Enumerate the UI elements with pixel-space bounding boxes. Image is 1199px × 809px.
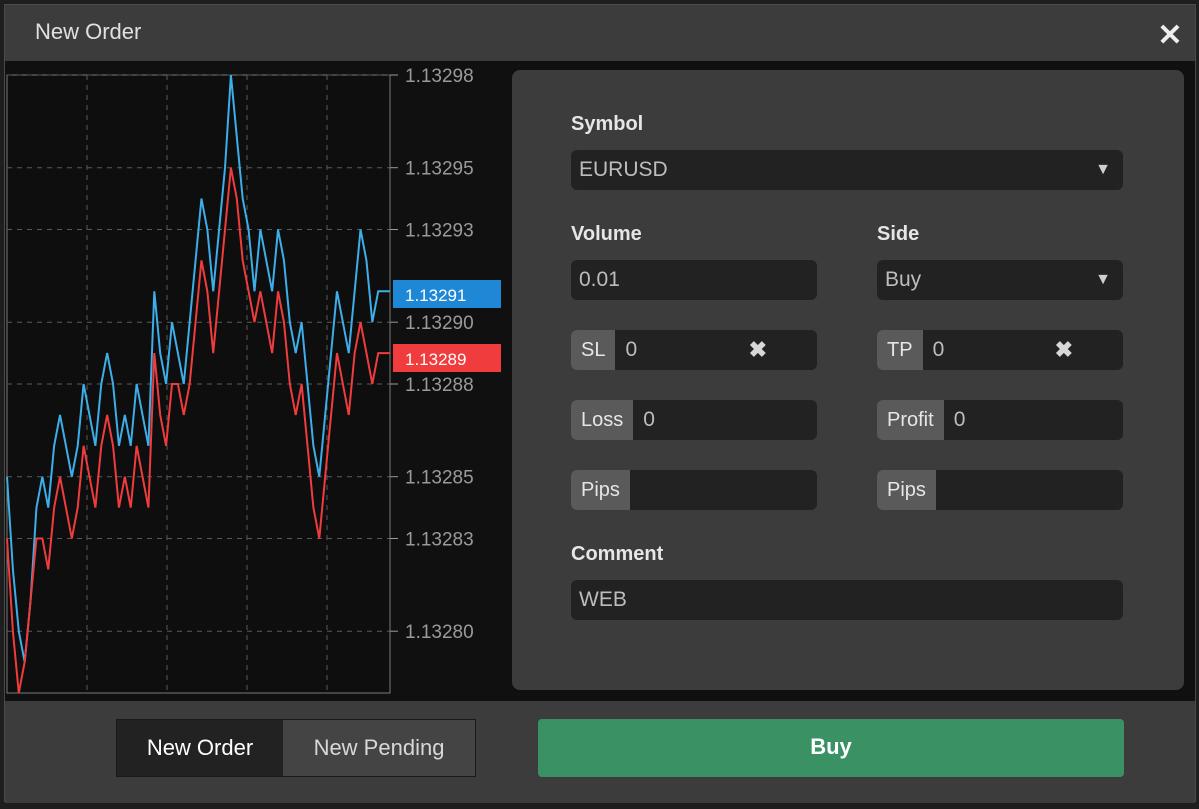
clear-x-icon[interactable]: ✖ bbox=[1055, 330, 1073, 370]
y-tick-label: 1.13280 bbox=[405, 622, 474, 643]
price-chart: 1.13298 1.13295 1.13293 1.13290 1.13288 1.132… bbox=[6, 66, 501, 694]
tp-pips-input[interactable] bbox=[936, 470, 1123, 510]
order-type-tabs: New Order New Pending bbox=[116, 719, 476, 777]
triangle-down-icon: ▼ bbox=[1095, 271, 1111, 288]
symbol-select[interactable]: EURUSD ▼ bbox=[571, 150, 1123, 190]
profit-value: 0 bbox=[953, 408, 966, 431]
comment-label: Comment bbox=[571, 543, 664, 565]
profit-input-group: Profit 0 bbox=[877, 400, 1123, 440]
new-order-dialog: New Order ✕ 1.13298 1.13295 1.13293 1.13290… bbox=[4, 4, 1196, 803]
comment-input[interactable]: WEB bbox=[571, 580, 1123, 620]
y-tick-label: 1.13293 bbox=[405, 221, 474, 242]
dialog-content: 1.13298 1.13295 1.13293 1.13290 1.13288 1.132… bbox=[5, 61, 1195, 701]
clear-x-icon[interactable]: ✖ bbox=[749, 330, 767, 370]
volume-value: 0.01 bbox=[579, 268, 620, 291]
tab-new-pending[interactable]: New Pending bbox=[283, 720, 475, 776]
close-icon[interactable]: ✕ bbox=[1155, 21, 1185, 51]
side-value: Buy bbox=[885, 268, 922, 291]
y-tick-label: 1.13283 bbox=[405, 530, 474, 551]
sl-value: 0 bbox=[625, 338, 638, 361]
tp-input[interactable]: 0 ✖ bbox=[923, 330, 1123, 370]
side-label: Side bbox=[877, 223, 920, 245]
comment-value: WEB bbox=[579, 588, 627, 611]
title-bar: New Order ✕ bbox=[5, 5, 1195, 61]
sl-input[interactable]: 0 ✖ bbox=[615, 330, 817, 370]
sl-addon: SL bbox=[571, 330, 616, 370]
bid-price-label: 1.13289 bbox=[405, 350, 466, 369]
sl-pips-input-group: Pips bbox=[571, 470, 817, 510]
sl-pips-input[interactable] bbox=[630, 470, 817, 510]
ask-price-label: 1.13291 bbox=[405, 286, 466, 305]
tp-addon: TP bbox=[877, 330, 923, 370]
loss-addon: Loss bbox=[571, 400, 634, 440]
dialog-footer: New Order New Pending Buy bbox=[5, 701, 1195, 803]
tp-input-group: TP 0 ✖ bbox=[877, 330, 1123, 370]
y-tick-label: 1.13290 bbox=[405, 313, 474, 334]
tp-value: 0 bbox=[932, 338, 945, 361]
symbol-label: Symbol bbox=[571, 113, 644, 135]
sl-input-group: SL 0 ✖ bbox=[571, 330, 817, 370]
buy-button[interactable]: Buy bbox=[538, 719, 1124, 777]
volume-label: Volume bbox=[571, 223, 642, 245]
triangle-down-icon: ▼ bbox=[1095, 161, 1111, 178]
tab-new-order[interactable]: New Order bbox=[117, 720, 283, 776]
y-tick-label: 1.13285 bbox=[405, 468, 474, 489]
loss-input[interactable]: 0 bbox=[633, 400, 817, 440]
tp-pips-input-group: Pips bbox=[877, 470, 1123, 510]
symbol-value: EURUSD bbox=[579, 158, 668, 181]
tp-pips-addon: Pips bbox=[877, 470, 936, 510]
y-tick-label: 1.13298 bbox=[405, 66, 474, 87]
profit-addon: Profit bbox=[877, 400, 944, 440]
loss-input-group: Loss 0 bbox=[571, 400, 817, 440]
side-select[interactable]: Buy ▼ bbox=[877, 260, 1123, 300]
y-tick-label: 1.13288 bbox=[405, 375, 474, 396]
y-tick-label: 1.13295 bbox=[405, 159, 474, 180]
profit-input[interactable]: 0 bbox=[944, 400, 1123, 440]
volume-input[interactable]: 0.01 bbox=[571, 260, 817, 300]
order-form: Symbol EURUSD ▼ Volume 0.01 Side Buy ▼ S… bbox=[512, 70, 1184, 690]
loss-value: 0 bbox=[643, 408, 655, 431]
dialog-title: New Order bbox=[35, 19, 142, 44]
sl-pips-addon: Pips bbox=[571, 470, 630, 510]
